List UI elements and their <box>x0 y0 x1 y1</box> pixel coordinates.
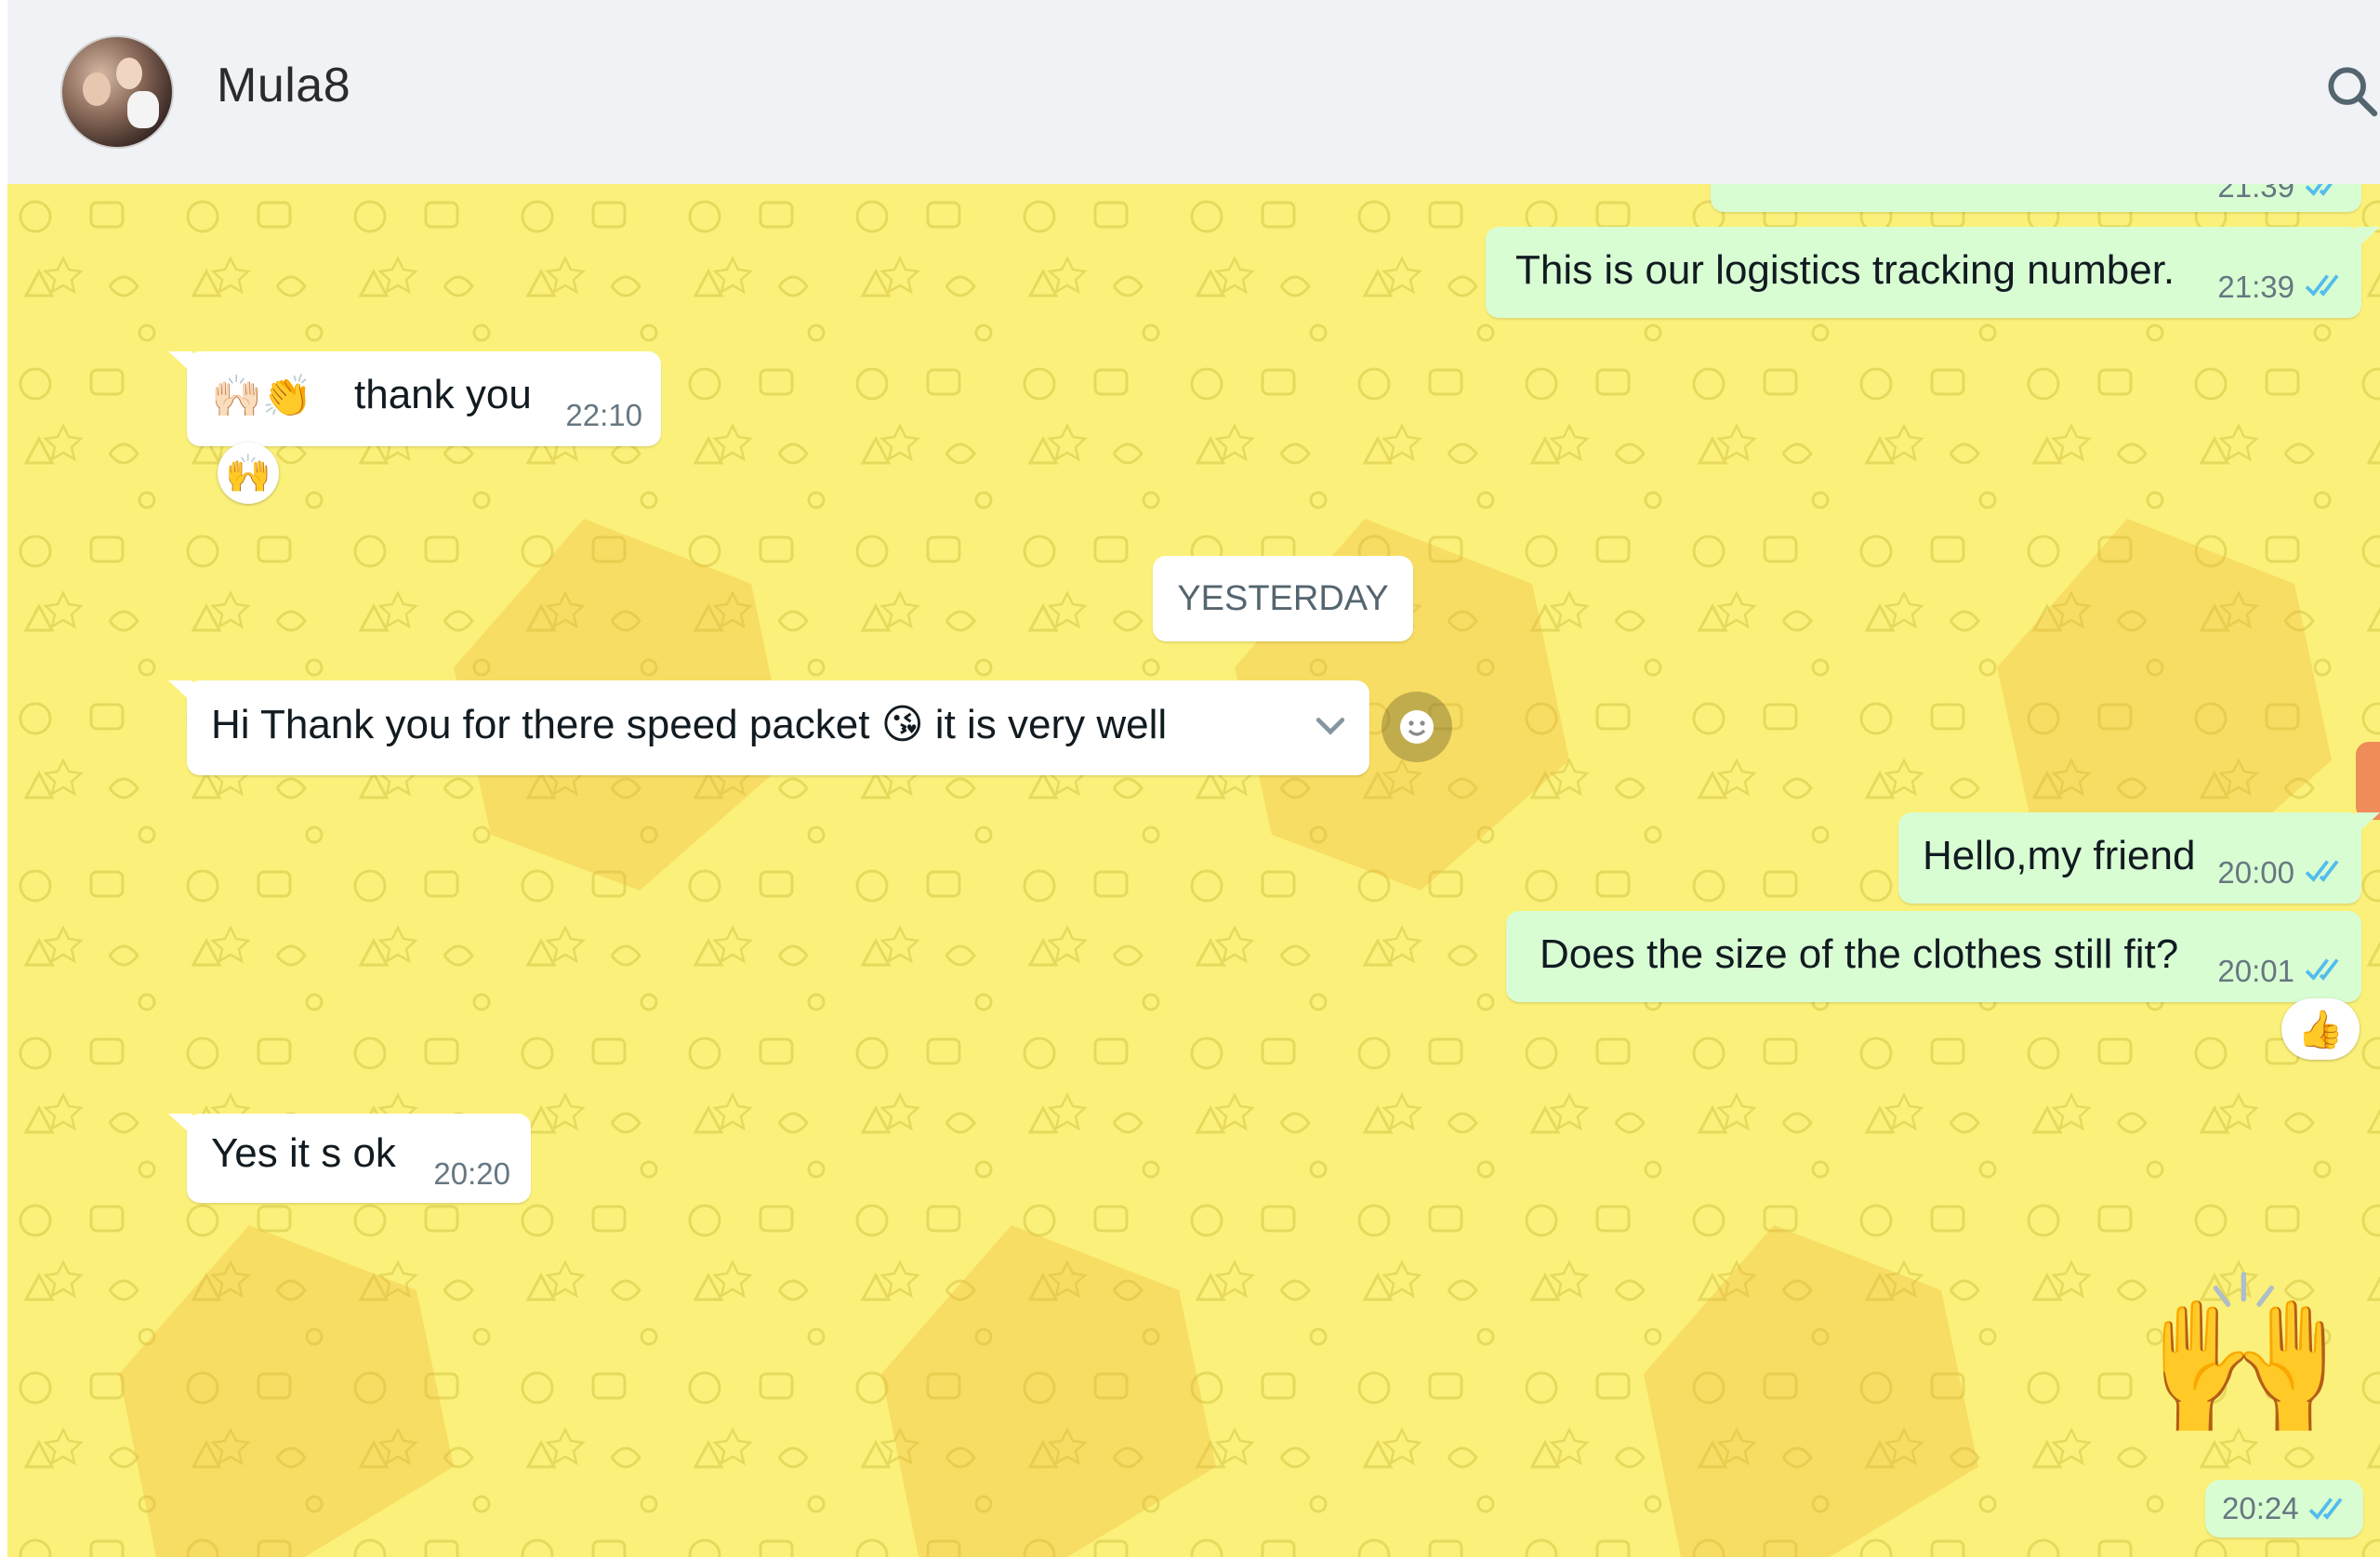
message-list[interactable]: 21:39 This is our logistics tracking num… <box>7 184 2380 1557</box>
contact-name[interactable]: Mula8 <box>217 58 350 113</box>
window-edge <box>0 0 7 1557</box>
message-emojis: 🙌🏻👏 <box>211 374 313 419</box>
message-reaction[interactable]: 👍 <box>2281 998 2360 1060</box>
message-time: 21:39 <box>2217 270 2294 304</box>
message-bubble-outgoing[interactable]: 21:39 <box>1711 184 2361 212</box>
add-reaction-button[interactable] <box>1382 692 1452 762</box>
message-meta-chip: 20:24 <box>2205 1480 2363 1537</box>
bubble-tail <box>2356 812 2380 835</box>
contact-avatar[interactable] <box>60 35 174 149</box>
message-time: 21:39 <box>2217 184 2294 204</box>
message-bubble-outgoing[interactable]: Hello,my friend 20:00 <box>1898 812 2380 904</box>
bubble-tail <box>2356 227 2380 249</box>
emoji-message[interactable]: 🙌 <box>2146 1262 2343 1448</box>
message-time: 20:01 <box>2217 954 2294 988</box>
message-bubble-incoming[interactable]: Hi Thank you for there speed packet 😘 it… <box>168 680 1369 775</box>
message-time: 20:20 <box>433 1156 510 1191</box>
bubble-tail <box>168 351 192 374</box>
message-text: This is our logistics tracking number. <box>1515 247 2175 293</box>
message-time: 20:00 <box>2217 855 2294 890</box>
message-time: 22:10 <box>565 398 642 432</box>
message-text: thank you <box>354 372 532 417</box>
bubble-tail <box>168 680 192 703</box>
message-time: 20:24 <box>2222 1491 2299 1525</box>
read-receipt-icon <box>2305 274 2339 297</box>
message-bubble-outgoing[interactable]: This is our logistics tracking number. 2… <box>1486 227 2380 318</box>
message-reaction[interactable]: 🙌 <box>218 442 279 504</box>
message-text: Hello,my friend <box>1923 833 2196 878</box>
message-text: Yes it s ok <box>211 1130 396 1176</box>
bubble-tail <box>168 1114 192 1136</box>
side-panel-tab[interactable] <box>2356 742 2380 820</box>
date-divider: YESTERDAY <box>1153 556 1413 641</box>
read-receipt-icon <box>2305 860 2339 882</box>
message-bubble-outgoing[interactable]: Does the size of the clothes still fit? … <box>1506 911 2361 1002</box>
read-receipt-icon <box>2308 1498 2343 1520</box>
search-icon[interactable] <box>2322 61 2380 121</box>
chevron-down-icon[interactable] <box>1310 705 1351 746</box>
smiley-icon <box>1400 710 1434 744</box>
message-text: Does the size of the clothes still fit? <box>1540 931 2179 977</box>
message-text: Hi Thank you for there speed packet 😘 it… <box>211 702 1168 747</box>
message-bubble-incoming[interactable]: 🙌🏻👏 thank you 22:10 <box>168 351 661 446</box>
read-receipt-icon <box>2305 958 2339 981</box>
message-bubble-incoming[interactable]: Yes it s ok 20:20 <box>168 1114 531 1203</box>
chat-header: Mula8 <box>7 0 2380 185</box>
read-receipt-icon <box>2305 184 2334 196</box>
